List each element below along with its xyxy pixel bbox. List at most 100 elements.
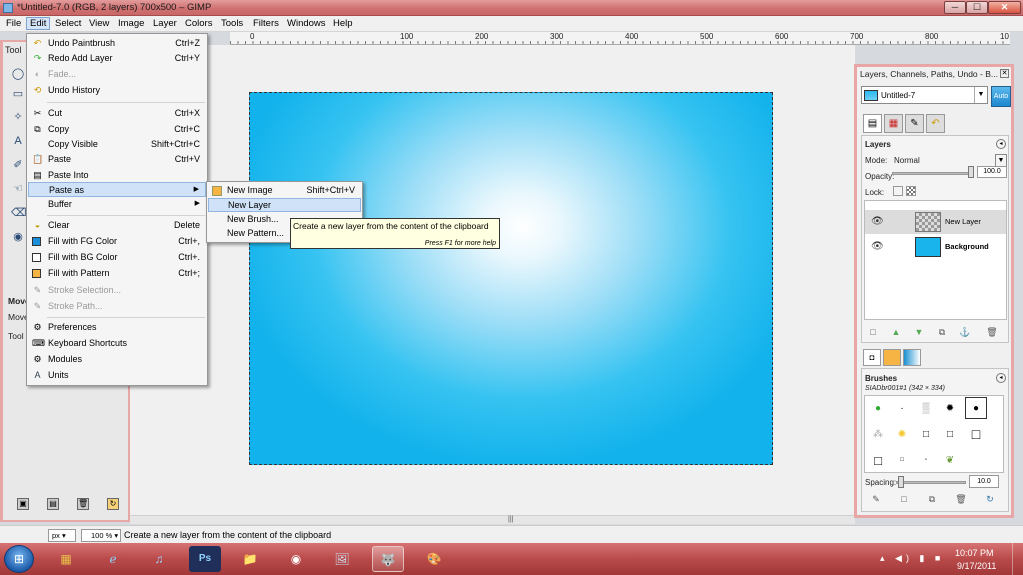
- horizontal-scrollbar[interactable]: |||: [130, 515, 855, 524]
- dodge-tool-icon[interactable]: ◉: [11, 230, 25, 244]
- brush-item[interactable]: □: [915, 423, 937, 445]
- brush-item[interactable]: ⁂: [867, 423, 889, 445]
- layer-row[interactable]: 👁 New Layer: [865, 210, 1006, 234]
- delete-brush-icon[interactable]: 🗑: [955, 493, 967, 505]
- tab-gradients[interactable]: [903, 349, 921, 366]
- dock-close-icon[interactable]: ✕: [1000, 69, 1009, 78]
- menu-item-copy[interactable]: ⧉ Copy Ctrl+C: [28, 122, 206, 137]
- brush-item[interactable]: ▫: [915, 449, 937, 471]
- menu-layer[interactable]: Layer: [150, 18, 180, 31]
- layer-row[interactable]: 👁 Background: [865, 235, 1006, 259]
- menu-item-buffer[interactable]: Buffer ▶: [28, 197, 206, 212]
- opacity-slider[interactable]: [892, 172, 972, 175]
- eye-icon[interactable]: 👁: [871, 241, 884, 252]
- menu-item-clear[interactable]: ◒ Clear Delete: [28, 218, 206, 233]
- tab-patterns[interactable]: [883, 349, 901, 366]
- rect-select-tool-icon[interactable]: ▭: [11, 87, 25, 101]
- auto-button[interactable]: Auto: [991, 86, 1011, 107]
- zoom-selector[interactable]: 100 % ▾: [81, 529, 121, 542]
- opacity-slider-thumb[interactable]: [968, 166, 974, 178]
- panel-menu-icon[interactable]: ◂: [996, 139, 1006, 149]
- menu-item-fill-fg[interactable]: Fill with FG Color Ctrl+,: [28, 234, 206, 249]
- spacing-slider-thumb[interactable]: [898, 476, 904, 488]
- chrome-taskbar-icon[interactable]: ◉: [280, 546, 312, 572]
- brush-item[interactable]: □: [867, 449, 889, 471]
- scroll-grip-icon[interactable]: |||: [508, 516, 513, 523]
- gimp-taskbar-icon[interactable]: 🐺: [372, 546, 404, 572]
- layer-list[interactable]: 👁 New Layer 👁 Background: [864, 200, 1007, 320]
- submenu-item-new-layer[interactable]: New Layer: [208, 198, 361, 212]
- menu-item-paste-as[interactable]: Paste as ▶: [28, 182, 206, 197]
- menu-colors[interactable]: Colors: [182, 18, 215, 31]
- clock-time[interactable]: 10:07 PM: [955, 548, 994, 558]
- menu-windows[interactable]: Windows: [284, 18, 329, 31]
- tab-brushes[interactable]: ◘: [863, 349, 881, 366]
- menu-item-paste[interactable]: 📋 Paste Ctrl+V: [28, 152, 206, 167]
- paintbrush-tool-icon[interactable]: ✐: [11, 158, 25, 172]
- tab-undo[interactable]: ↶: [926, 114, 945, 133]
- menu-view[interactable]: View: [86, 18, 112, 31]
- reset-options-icon[interactable]: ↻: [107, 498, 119, 510]
- start-button[interactable]: ⊞: [4, 545, 34, 573]
- menu-item-paste-into[interactable]: ▤ Paste Into: [28, 168, 206, 183]
- eraser-tool-icon[interactable]: ⌫: [11, 206, 27, 220]
- restore-options-icon[interactable]: ▤: [47, 498, 59, 510]
- menu-image[interactable]: Image: [115, 18, 147, 31]
- menu-item-undo-history[interactable]: ⟲ Undo History: [28, 83, 206, 98]
- maximize-button[interactable]: ☐: [966, 1, 988, 14]
- menu-item-cut[interactable]: ✂ Cut Ctrl+X: [28, 106, 206, 121]
- brush-item[interactable]: □: [891, 449, 913, 471]
- menu-item-fill-pattern[interactable]: Fill with Pattern Ctrl+;: [28, 266, 206, 281]
- opacity-value[interactable]: 100.0: [977, 166, 1007, 178]
- menu-item-units[interactable]: A Units: [28, 368, 206, 383]
- texture-brush-icon[interactable]: ▒: [915, 397, 937, 419]
- brush-item[interactable]: □: [965, 423, 987, 445]
- show-desktop-button[interactable]: [1012, 543, 1023, 575]
- brush-grid[interactable]: ● · ▒ ✹ ● ⁂ ✺ □ □ □ □ □ ▫ ❦: [864, 395, 1004, 473]
- menu-item-undo[interactable]: ↶ Undo Paintbrush Ctrl+Z: [28, 36, 206, 51]
- fuzzy-select-tool-icon[interactable]: ✧: [11, 110, 25, 124]
- lasso-tool-icon[interactable]: ◯: [11, 67, 25, 81]
- paint-taskbar-icon[interactable]: 🖼: [326, 546, 358, 572]
- brush-item[interactable]: ·: [891, 397, 913, 419]
- tab-paths[interactable]: ✎: [905, 114, 924, 133]
- lower-layer-icon[interactable]: ▼: [913, 326, 925, 338]
- unit-selector[interactable]: px ▾: [48, 529, 76, 542]
- folder-taskbar-icon[interactable]: 📁: [234, 546, 266, 572]
- menu-item-modules[interactable]: ⚙ Modules: [28, 352, 206, 367]
- save-options-icon[interactable]: ▣: [17, 498, 29, 510]
- anchor-layer-icon[interactable]: ⚓: [959, 326, 971, 338]
- internet-explorer-taskbar-icon[interactable]: ℯ: [97, 546, 129, 572]
- submenu-item-new-image[interactable]: New Image Shift+Ctrl+V: [208, 184, 361, 198]
- new-brush-icon[interactable]: □: [898, 493, 910, 505]
- menu-item-copy-visible[interactable]: Copy Visible Shift+Ctrl+C: [28, 137, 206, 152]
- refresh-brushes-icon[interactable]: ↻: [984, 493, 996, 505]
- image-canvas[interactable]: [249, 92, 773, 465]
- tab-channels[interactable]: ▦: [884, 114, 903, 133]
- brush-item[interactable]: □: [939, 423, 961, 445]
- tab-layers[interactable]: ▤: [863, 114, 882, 133]
- round-brush-icon[interactable]: ●: [965, 397, 987, 419]
- vine-brush-icon[interactable]: ❦: [939, 449, 961, 471]
- horizontal-ruler[interactable]: 0 100 200 300 400 500 600 700 800 10: [230, 32, 1010, 45]
- spacing-value[interactable]: 10.0: [969, 475, 999, 488]
- duplicate-layer-icon[interactable]: ⧉: [936, 326, 948, 338]
- smudge-tool-icon[interactable]: ☜: [11, 182, 25, 196]
- eye-icon[interactable]: 👁: [871, 216, 884, 227]
- sparks-brush-icon[interactable]: ✺: [891, 423, 913, 445]
- splatter-brush-icon[interactable]: ✹: [939, 397, 961, 419]
- raise-layer-icon[interactable]: ▲: [890, 326, 902, 338]
- photoshop-taskbar-icon[interactable]: Ps: [189, 546, 221, 572]
- panel-menu-icon[interactable]: ◂: [996, 373, 1006, 383]
- duplicate-brush-icon[interactable]: ⧉: [926, 493, 938, 505]
- menu-item-fill-bg[interactable]: Fill with BG Color Ctrl+.: [28, 250, 206, 265]
- pepper-brush-icon[interactable]: ●: [867, 397, 889, 419]
- palette-taskbar-icon[interactable]: 🎨: [418, 546, 450, 572]
- menu-file[interactable]: File: [3, 18, 24, 31]
- delete-options-icon[interactable]: 🗑: [77, 498, 89, 510]
- mode-value[interactable]: Normal: [894, 156, 920, 165]
- itunes-taskbar-icon[interactable]: ♫: [143, 546, 175, 572]
- menu-item-preferences[interactable]: ⚙ Preferences: [28, 320, 206, 335]
- chevron-down-icon[interactable]: ▼: [974, 87, 987, 103]
- lock-pixels-checkbox[interactable]: [893, 186, 903, 196]
